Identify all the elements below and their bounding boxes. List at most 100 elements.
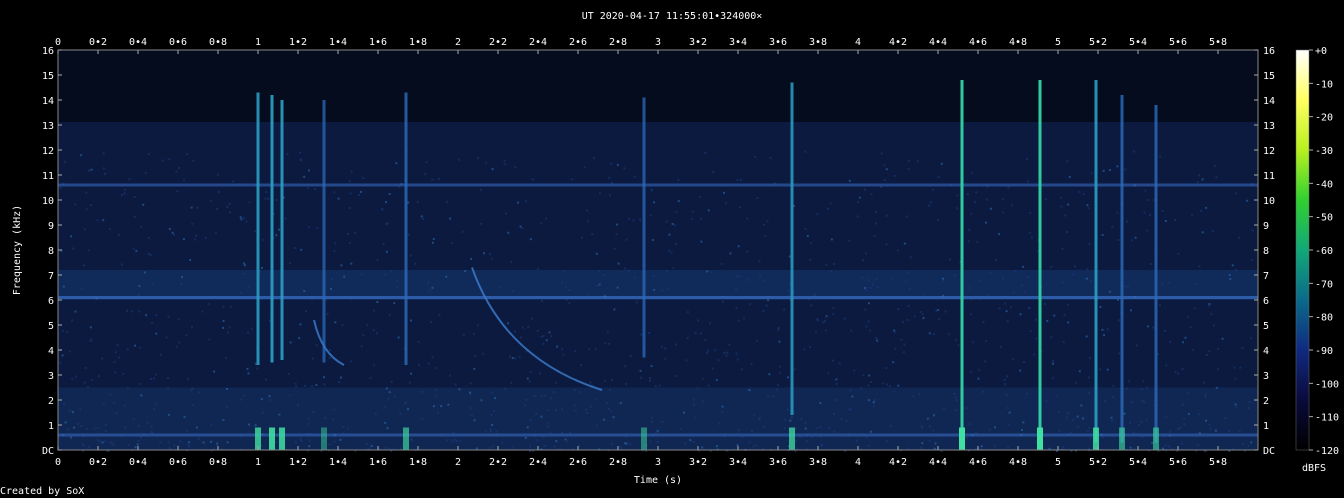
x-tick-label-bottom: 3	[655, 457, 661, 468]
x-tick-label-bottom: 4•4	[929, 457, 947, 468]
colorbar-tick-label: -100	[1315, 379, 1339, 390]
colorbar-label: dBFS	[1302, 463, 1326, 474]
y-tick-label-left: 15	[42, 71, 54, 82]
x-tick-label-bottom: 1•2	[289, 457, 307, 468]
x-tick-label-top: 4•8	[1009, 37, 1027, 48]
spike-base-11	[1153, 427, 1159, 450]
y-tick-label-right: 11	[1263, 171, 1275, 182]
y-tick-label-right: 15	[1263, 71, 1275, 82]
x-tick-label-top: 3•8	[809, 37, 827, 48]
x-tick-label-top: 4•2	[889, 37, 907, 48]
x-tick-label-top: 2•8	[609, 37, 627, 48]
x-tick-label-top: 0	[55, 37, 61, 48]
y-tick-label-left: 14	[42, 96, 54, 107]
x-tick-label-top: 3	[655, 37, 661, 48]
x-tick-label-top: 3•2	[689, 37, 707, 48]
colorbar-tick-label: -80	[1315, 313, 1333, 324]
y-tick-label-left: 4	[48, 346, 54, 357]
x-tick-label-top: 0•6	[169, 37, 187, 48]
x-tick-label-top: 0•2	[89, 37, 107, 48]
colorbar-tick-label: -120	[1315, 446, 1339, 457]
spike-10	[1120, 95, 1124, 443]
x-tick-label-top: 5•4	[1129, 37, 1147, 48]
colorbar-tick-label: -90	[1315, 346, 1333, 357]
x-tick-label-top: 3•6	[769, 37, 787, 48]
colorbar-tick-label: +0	[1315, 46, 1327, 57]
y-tick-label-right: 6	[1263, 296, 1269, 307]
spike-base-10	[1119, 427, 1125, 450]
spike-0	[256, 92, 260, 365]
x-tick-label-top: 2•6	[569, 37, 587, 48]
y-tick-label-right: 12	[1263, 146, 1275, 157]
x-tick-label-bottom: 5•6	[1169, 457, 1187, 468]
x-tick-label-bottom: 0•2	[89, 457, 107, 468]
y-tick-label-right: 2	[1263, 396, 1269, 407]
spike-base-8	[1037, 427, 1043, 450]
colorbar	[1295, 49, 1310, 451]
spike-6	[790, 82, 794, 415]
colorbar-tick-label: -70	[1315, 279, 1333, 290]
spike-base-7	[959, 427, 965, 450]
y-tick-label-left: 9	[48, 221, 54, 232]
y-tick-label-right: 16	[1263, 46, 1275, 57]
x-tick-label-bottom: 0•8	[209, 457, 227, 468]
colorbar-tick-label: -30	[1315, 146, 1333, 157]
footer-credit: Created by SoX	[0, 486, 84, 497]
x-tick-label-top: 5•8	[1209, 37, 1227, 48]
y-tick-label-left: 5	[48, 321, 54, 332]
y-tick-label-right: 1	[1263, 421, 1269, 432]
y-tick-label-left: 8	[48, 246, 54, 257]
x-tick-label-bottom: 1•4	[329, 457, 347, 468]
x-tick-label-bottom: 1•6	[369, 457, 387, 468]
x-tick-label-top: 1•4	[329, 37, 347, 48]
chart-title: UT 2020-04-17 11:55:01•324000×	[582, 11, 763, 22]
y-tick-label-left: DC	[42, 446, 54, 457]
y-tick-label-right: 13	[1263, 121, 1275, 132]
x-tick-label-bottom: 5	[1055, 457, 1061, 468]
horizontal-band-0	[58, 183, 1258, 187]
low-frequency-noise	[58, 387, 1258, 450]
y-axis-label: Frequency (kHz)	[12, 205, 23, 295]
x-tick-label-bottom: 2•4	[529, 457, 547, 468]
x-tick-label-top: 0•8	[209, 37, 227, 48]
x-tick-label-bottom: 5•2	[1089, 457, 1107, 468]
x-axis-label: Time (s)	[634, 475, 682, 486]
x-tick-label-top: 4•6	[969, 37, 987, 48]
x-tick-label-bottom: 3•2	[689, 457, 707, 468]
plot-area	[58, 50, 1258, 452]
x-tick-label-top: 1•6	[369, 37, 387, 48]
x-tick-label-bottom: 1•8	[409, 457, 427, 468]
x-tick-label-top: 4•4	[929, 37, 947, 48]
x-tick-label-top: 3•4	[729, 37, 747, 48]
y-tick-label-left: 6	[48, 296, 54, 307]
x-tick-label-top: 2•2	[489, 37, 507, 48]
x-tick-label-top: 2	[455, 37, 461, 48]
spike-9	[1094, 80, 1098, 443]
noise-band-6-7khz	[58, 270, 1258, 300]
x-tick-label-bottom: 5•4	[1129, 457, 1147, 468]
x-tick-label-bottom: 0•4	[129, 457, 147, 468]
y-tick-label-left: 10	[42, 196, 54, 207]
x-tick-label-bottom: 4	[855, 457, 861, 468]
x-tick-label-top: 0•4	[129, 37, 147, 48]
x-tick-label-top: 5	[1055, 37, 1061, 48]
spike-4	[404, 92, 408, 365]
x-tick-label-top: 5•2	[1089, 37, 1107, 48]
spike-2	[280, 100, 284, 360]
x-tick-label-bottom: 4•8	[1009, 457, 1027, 468]
spike-base-6	[789, 427, 795, 450]
y-tick-label-left: 1	[48, 421, 54, 432]
horizontal-band-2	[58, 433, 1258, 437]
y-tick-label-left: 16	[42, 46, 54, 57]
y-tick-label-left: 3	[48, 371, 54, 382]
colorbar-tick-label: -40	[1315, 179, 1333, 190]
x-tick-label-bottom: 1	[255, 457, 261, 468]
y-tick-label-right: 8	[1263, 246, 1269, 257]
x-tick-label-bottom: 4•6	[969, 457, 987, 468]
colorbar-tick-label: -50	[1315, 213, 1333, 224]
y-tick-label-right: DC	[1263, 446, 1275, 457]
colorbar-tick-label: -20	[1315, 113, 1333, 124]
y-tick-label-right: 3	[1263, 371, 1269, 382]
y-tick-label-right: 9	[1263, 221, 1269, 232]
colorbar-ticks: +0 -10 -20 -30 -40 -50 -60 -70 -80 -90 -100 -110 -12…	[1309, 46, 1339, 457]
